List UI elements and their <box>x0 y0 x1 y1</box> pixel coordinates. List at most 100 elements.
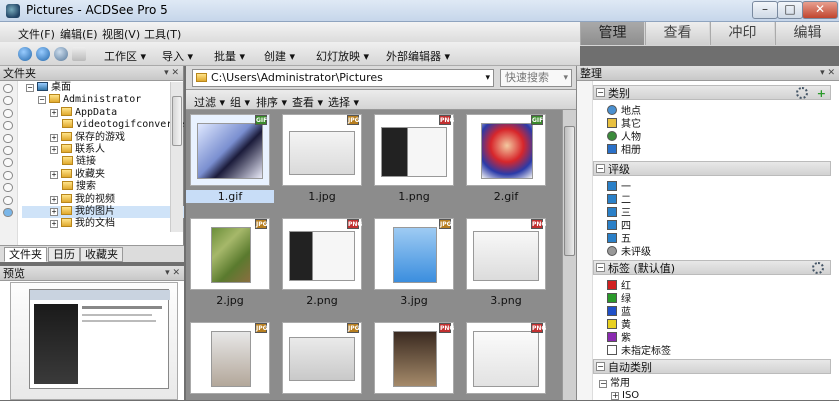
thumbnail-item[interactable]: PNG <box>370 318 458 400</box>
rating-item[interactable]: 未评级 <box>607 246 651 258</box>
chevron-down-icon[interactable]: ▾ <box>563 70 568 86</box>
folder-checkbox[interactable] <box>3 183 13 193</box>
collapse-icon[interactable]: − <box>596 164 605 173</box>
tree-item-desktop[interactable]: − 桌面 <box>22 82 184 94</box>
tab-manage[interactable]: 管理 <box>580 22 644 45</box>
path-input[interactable]: C:\Users\Administrator\Pictures ▾ <box>192 69 494 87</box>
tree-item-my-documents[interactable]: + 我的文档 <box>22 218 184 230</box>
category-item[interactable]: 相册 <box>607 144 641 156</box>
tree-item-videotogif[interactable]: videotogifconverte <box>22 119 184 131</box>
tab-develop[interactable]: 冲印 <box>710 22 774 45</box>
group-menu[interactable]: 组 ▾ <box>230 94 250 110</box>
gear-icon[interactable] <box>812 262 824 274</box>
maximize-button[interactable]: □ <box>777 1 803 19</box>
label-item[interactable]: 紫 <box>607 332 631 344</box>
close-button[interactable]: ✕ <box>802 1 838 19</box>
thumbnail-item[interactable]: PNG 3.png <box>462 214 550 314</box>
label-item[interactable]: 黄 <box>607 319 631 331</box>
forward-icon[interactable] <box>36 47 50 61</box>
label-item[interactable]: 绿 <box>607 293 631 305</box>
thumbnail-item[interactable]: GIF 1.gif <box>186 110 274 210</box>
label-item[interactable]: 未指定标签 <box>607 345 671 357</box>
folder-checkbox[interactable] <box>3 133 13 143</box>
batch-menu[interactable]: 批量 ▾ <box>214 48 245 64</box>
menu-view[interactable]: 视图(V) <box>102 26 140 42</box>
gear-icon[interactable] <box>796 87 808 99</box>
add-icon[interactable]: + <box>817 86 826 101</box>
tree-item-contacts[interactable]: + 联系人 <box>22 143 184 156</box>
rating-item[interactable]: 五 <box>607 233 631 245</box>
scroll-thumb[interactable] <box>564 126 575 256</box>
rating-item[interactable]: 一 <box>607 181 631 193</box>
minimize-button[interactable]: – <box>752 1 778 19</box>
folder-checkbox[interactable] <box>3 84 13 93</box>
folder-checkbox[interactable] <box>3 96 13 106</box>
tree-item-links[interactable]: 链接 <box>22 156 184 168</box>
auto-category-item[interactable]: − 常用 <box>599 378 630 389</box>
tab-calendar[interactable]: 日历 <box>48 247 80 262</box>
panel-controls-icon[interactable]: ▾ ✕ <box>820 66 835 81</box>
external-editor-menu[interactable]: 外部编辑器 ▾ <box>386 48 450 64</box>
folder-checkbox[interactable] <box>3 158 13 168</box>
sort-menu[interactable]: 排序 ▾ <box>256 94 287 110</box>
rating-item[interactable]: 三 <box>607 207 631 219</box>
thumbnail-item[interactable]: JPG 3.jpg <box>370 214 458 314</box>
view-menu[interactable]: 查看 ▾ <box>292 94 323 110</box>
tree-item-saved-games[interactable]: + 保存的游戏 <box>22 131 184 144</box>
rating-item[interactable]: 二 <box>607 194 631 206</box>
folder-checkbox[interactable] <box>3 170 13 180</box>
folder-checkbox[interactable] <box>3 121 13 131</box>
tree-item-my-pictures[interactable]: + 我的图片 <box>22 205 185 219</box>
slideshow-menu[interactable]: 幻灯放映 ▾ <box>316 48 369 64</box>
thumbnail-item[interactable]: PNG <box>462 318 550 400</box>
thumbnail-item[interactable]: JPG <box>186 318 274 400</box>
filter-menu[interactable]: 过滤 ▾ <box>194 94 225 110</box>
thumbnail-item[interactable]: JPG <box>278 318 366 400</box>
menu-file[interactable]: 文件(F) <box>18 26 55 42</box>
thumbnail-scrollbar[interactable] <box>562 110 576 400</box>
labels-section[interactable]: − 标签 (默认值) <box>593 260 831 275</box>
collapse-icon[interactable]: − <box>596 88 605 97</box>
thumbnail-item[interactable]: JPG 2.jpg <box>186 214 274 314</box>
tree-item-administrator[interactable]: − Administrator <box>22 94 184 106</box>
tab-view[interactable]: 查看 <box>645 22 709 45</box>
import-menu[interactable]: 导入 ▾ <box>162 48 193 64</box>
tree-item-favorites[interactable]: + 收藏夹 <box>22 168 184 181</box>
create-menu[interactable]: 创建 ▾ <box>264 48 295 64</box>
back-icon[interactable] <box>18 47 32 61</box>
category-item[interactable]: 其它 <box>607 118 641 130</box>
tab-edit[interactable]: 编辑 <box>775 22 839 45</box>
folder-checkbox[interactable] <box>3 195 13 205</box>
thumbnail-item[interactable]: PNG 1.png <box>370 110 458 210</box>
select-menu[interactable]: 选择 ▾ <box>328 94 359 110</box>
auto-category-item[interactable]: + ISO <box>611 390 639 401</box>
tab-favorites[interactable]: 收藏夹 <box>80 247 123 262</box>
chevron-down-icon[interactable]: ▾ <box>485 70 490 86</box>
panel-controls-icon[interactable]: ▾ ✕ <box>165 266 180 281</box>
menu-edit[interactable]: 编辑(E) <box>60 26 98 42</box>
label-item[interactable]: 蓝 <box>607 306 631 318</box>
tab-folders[interactable]: 文件夹 <box>4 247 47 262</box>
auto-categories-section[interactable]: − 自动类别 <box>593 359 831 374</box>
folder-checkbox[interactable] <box>3 145 13 155</box>
category-item[interactable]: 地点 <box>607 105 641 117</box>
quick-search-input[interactable]: 快速搜索 ▾ <box>500 69 572 87</box>
folder-scrollbar[interactable] <box>170 82 183 232</box>
tree-item-my-videos[interactable]: + 我的视频 <box>22 193 184 206</box>
folder-checkbox[interactable] <box>3 207 13 217</box>
tree-item-searches[interactable]: 搜索 <box>22 181 184 193</box>
workspace-menu[interactable]: 工作区 ▾ <box>104 48 146 64</box>
panel-controls-icon[interactable]: ▾ ✕ <box>164 66 179 81</box>
tree-item-appdata[interactable]: + AppData <box>22 106 184 119</box>
scroll-thumb[interactable] <box>172 96 182 146</box>
rating-item[interactable]: 四 <box>607 220 631 232</box>
collapse-icon[interactable]: − <box>596 263 605 272</box>
label-item[interactable]: 红 <box>607 280 631 292</box>
collapse-icon[interactable]: − <box>596 362 605 371</box>
home-icon[interactable] <box>54 47 68 61</box>
categories-section[interactable]: − 类别 + <box>593 85 831 100</box>
folder-checkbox[interactable] <box>3 108 13 118</box>
thumbnail-item[interactable]: JPG 1.jpg <box>278 110 366 210</box>
up-icon[interactable] <box>72 47 86 61</box>
category-item[interactable]: 人物 <box>607 131 641 143</box>
